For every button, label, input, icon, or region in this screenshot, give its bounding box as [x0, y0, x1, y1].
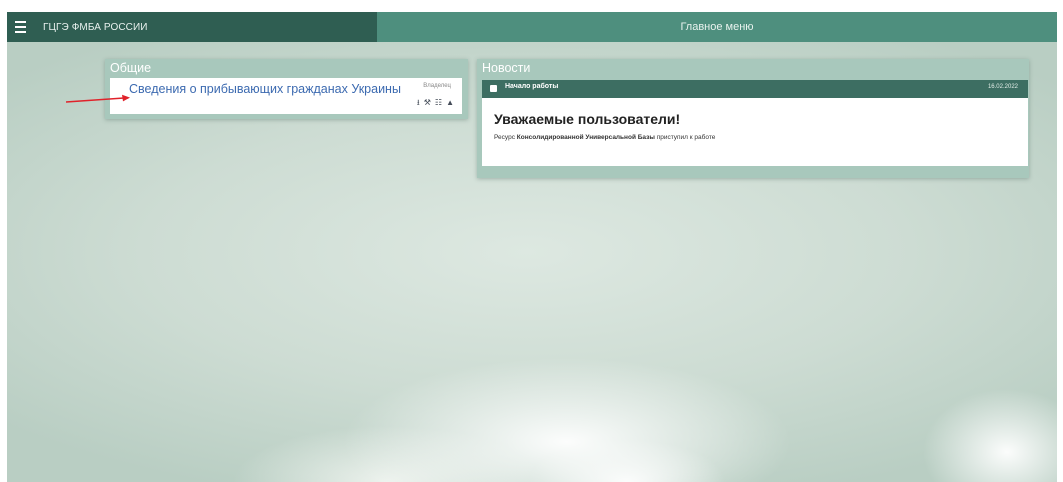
main-menu-title: Главное меню: [680, 21, 754, 33]
news-panel-title: Новости: [482, 61, 531, 75]
news-heading: Уважаемые пользователи!: [494, 111, 681, 127]
app-window: ГЦГЭ ФМБА РОССИИ Главное меню Общие Свед…: [7, 12, 1057, 482]
download-icon[interactable]: ⭳: [417, 99, 420, 107]
news-text-suffix: приступил к работе: [656, 134, 716, 141]
sitemap-icon[interactable]: ☷: [435, 99, 442, 107]
news-text-bold: Консолидированной Универсальной Базы: [516, 134, 655, 141]
card-actions: ⭳ ⚒ ☷ ▲: [417, 99, 454, 107]
resource-card: Сведения о прибывающих гражданах Украины…: [110, 78, 462, 114]
resource-link[interactable]: Сведения о прибывающих гражданах Украины: [129, 82, 401, 96]
general-panel-title: Общие: [110, 61, 152, 75]
top-bar: ГЦГЭ ФМБА РОССИИ Главное меню: [7, 12, 1057, 42]
news-checkbox-icon: [490, 85, 497, 92]
top-bar-left: ГЦГЭ ФМБА РОССИИ: [7, 12, 377, 42]
news-item-body: Уважаемые пользователи! Ресурс Консолиди…: [482, 98, 1028, 166]
general-panel: Общие Сведения о прибывающих гражданах У…: [105, 59, 468, 119]
wrench-icon[interactable]: ⚒: [424, 99, 431, 107]
owner-label: Владелец: [423, 83, 451, 89]
app-title: ГЦГЭ ФМБА РОССИИ: [43, 21, 148, 33]
news-panel: Новости Начало работы 16.02.2022 Уважаем…: [477, 59, 1029, 178]
user-icon[interactable]: ▲: [446, 99, 454, 107]
annotation-arrow-icon: [66, 94, 130, 103]
news-item-header[interactable]: Начало работы 16.02.2022: [482, 80, 1028, 98]
news-text-prefix: Ресурс: [494, 134, 515, 141]
news-item-date: 16.02.2022: [987, 84, 1018, 90]
news-item-title: Начало работы: [505, 83, 559, 90]
news-text: Ресурс Консолидированной Универсальной Б…: [494, 134, 715, 141]
hamburger-icon[interactable]: [15, 16, 37, 38]
